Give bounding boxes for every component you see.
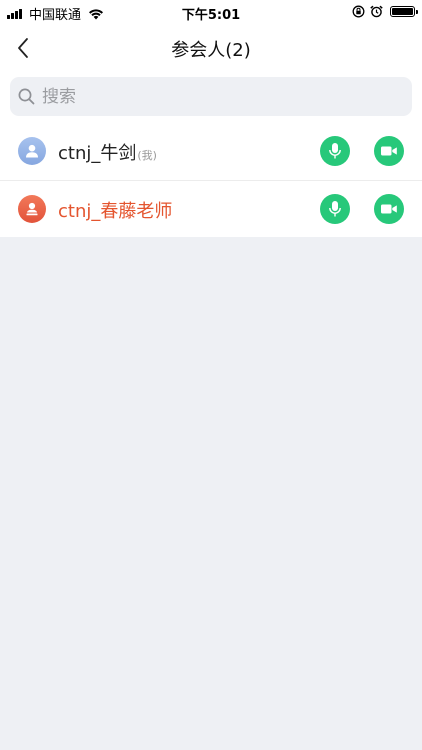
- participant-name: ctnj_牛剑(我): [58, 139, 157, 165]
- video-camera-icon: [381, 146, 397, 156]
- video-camera-icon: [381, 204, 397, 214]
- top-area: 中国联通 下午5:01 参会人(2) 搜索: [0, 0, 422, 123]
- nav-bar: 参会人(2): [0, 24, 422, 72]
- avatar: [18, 195, 46, 223]
- microphone-icon: [329, 201, 341, 217]
- person-icon: [26, 144, 38, 158]
- microphone-button[interactable]: [320, 194, 350, 224]
- participant-name-text: ctnj_牛剑: [58, 143, 137, 164]
- search-icon: [18, 88, 35, 105]
- microphone-button[interactable]: [320, 136, 350, 166]
- person-icon: [26, 202, 38, 216]
- self-label: (我): [137, 149, 157, 162]
- participant-list: ctnj_牛剑(我) ctnj_春藤老师: [0, 123, 422, 237]
- participant-name: ctnj_春藤老师: [58, 197, 173, 223]
- camera-button[interactable]: [374, 136, 404, 166]
- battery-icon: [390, 6, 418, 17]
- status-bar: 中国联通 下午5:01: [0, 0, 422, 24]
- battery-fill: [392, 8, 413, 15]
- battery-cap: [416, 10, 418, 14]
- status-bar-right: [352, 5, 418, 18]
- camera-button[interactable]: [374, 194, 404, 224]
- list-item[interactable]: ctnj_牛剑(我): [0, 123, 422, 180]
- search-box[interactable]: [10, 77, 412, 116]
- rotation-lock-icon: [352, 5, 365, 18]
- participant-name-text: ctnj_春藤老师: [58, 201, 173, 222]
- list-item[interactable]: ctnj_春藤老师: [0, 180, 422, 237]
- search-container: [0, 72, 422, 123]
- avatar: [18, 137, 46, 165]
- search-input[interactable]: [42, 77, 412, 116]
- alarm-clock-icon: [370, 5, 383, 18]
- page-title: 参会人(2): [171, 40, 251, 61]
- microphone-icon: [329, 143, 341, 159]
